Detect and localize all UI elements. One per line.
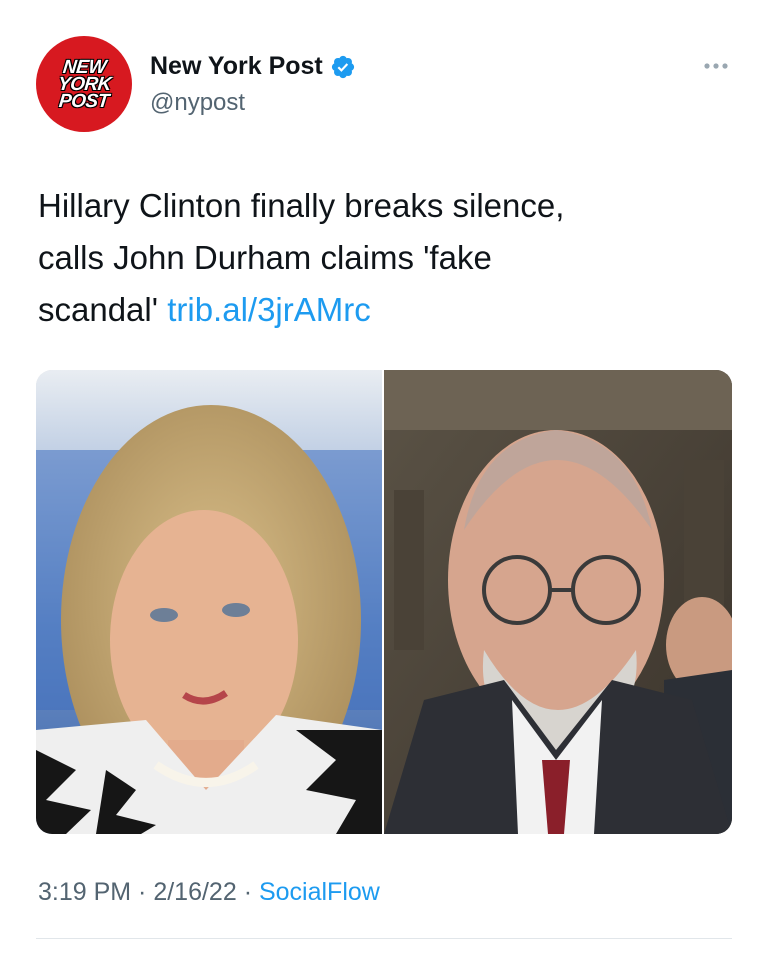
meta-separator: · xyxy=(131,878,154,906)
tweet-text-line: Hillary Clinton finally breaks silence, xyxy=(38,187,565,224)
more-options-icon[interactable] xyxy=(699,56,733,76)
tweet-text-line: scandal' trib.al/3jrAMrc xyxy=(38,284,738,336)
tweet-link[interactable]: trib.al/3jrAMrc xyxy=(167,291,371,328)
bottom-divider xyxy=(36,938,732,939)
logo-line-2: YORK xyxy=(56,73,112,95)
tweet-text: Hillary Clinton finally breaks silence, … xyxy=(38,180,738,336)
logo-line-1: NEW xyxy=(61,56,107,78)
tweet-media[interactable] xyxy=(36,370,732,834)
tweet-time[interactable]: 3:19 PM xyxy=(38,878,131,906)
tweet-text-segment: scandal' xyxy=(38,291,168,328)
photo-right[interactable] xyxy=(384,370,732,834)
avatar[interactable]: NEW YORK POST xyxy=(36,36,132,132)
photo-left[interactable] xyxy=(36,370,382,834)
tweet-date[interactable]: 2/16/22 xyxy=(153,878,236,906)
tweet-meta: 3:19 PM · 2/16/22 · SocialFlow xyxy=(38,878,380,907)
display-name[interactable]: New York Post xyxy=(150,52,323,81)
verified-badge-icon xyxy=(331,55,354,78)
meta-separator: · xyxy=(236,878,259,906)
name-row: New York Post xyxy=(150,52,356,81)
tweet-text-line: calls John Durham claims 'fake xyxy=(38,239,492,276)
tweet-card: NEW YORK POST New York Post @nypost Hill… xyxy=(0,0,768,960)
tweet-source[interactable]: SocialFlow xyxy=(259,878,380,906)
handle[interactable]: @nypost xyxy=(150,89,245,117)
logo-line-3: POST xyxy=(58,90,110,112)
